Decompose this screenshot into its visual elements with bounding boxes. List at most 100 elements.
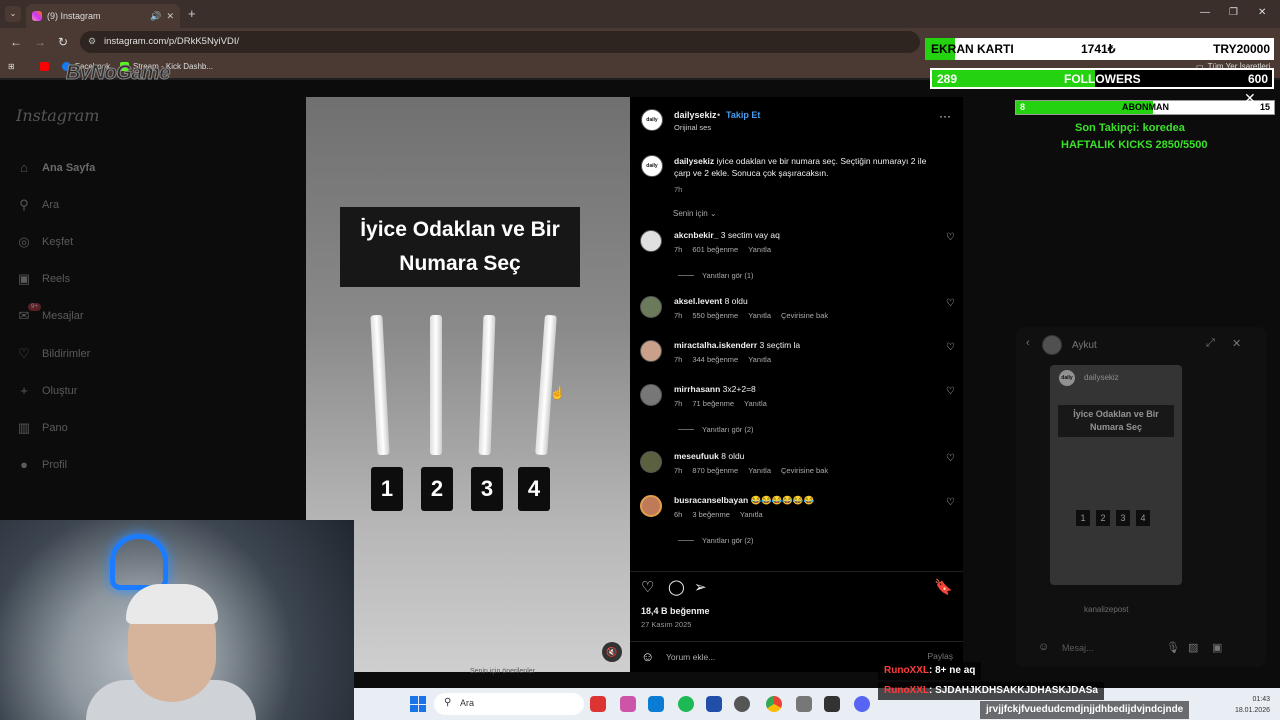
translate-button[interactable]: Çevirisine bak [781, 311, 828, 320]
edge-icon[interactable] [648, 696, 664, 712]
comment-input[interactable] [666, 648, 906, 666]
sidebar-item-notifications[interactable]: ♡ Bildirimler [16, 346, 90, 362]
speaker-icon[interactable]: 🔊 [150, 11, 161, 22]
view-replies-button[interactable]: Yanıtları gör (1) [678, 271, 754, 280]
dm-close-icon[interactable]: ✕ [1232, 337, 1241, 350]
follow-button[interactable]: Takip Et [726, 110, 760, 120]
sidebar-item-dashboard[interactable]: ▥ Pano [16, 420, 68, 436]
forward-icon[interactable]: → [34, 35, 46, 49]
view-replies-button[interactable]: Yanıtları gör (2) [678, 536, 754, 545]
comment-username[interactable]: akcnbekir_ [674, 230, 718, 240]
comment-like-heart-icon[interactable]: ♡ [946, 386, 955, 397]
dm-contact-name[interactable]: Aykut [1072, 340, 1097, 351]
comment-likes[interactable]: 870 beğenme [692, 466, 738, 475]
post-comment-button[interactable]: Paylaş [927, 651, 953, 661]
site-info-icon[interactable]: ⚙ [88, 36, 96, 47]
spotify-icon[interactable] [678, 696, 694, 712]
comment-sort-dropdown[interactable]: Senin için ⌄ [673, 209, 717, 218]
comment-likes[interactable]: 550 beğenme [692, 311, 738, 320]
like-count[interactable]: 18,4 B beğenme [641, 606, 710, 616]
apps-icon[interactable]: ⊞ [8, 62, 15, 71]
window-close-icon[interactable]: ✕ [1258, 7, 1266, 18]
comment-like-heart-icon[interactable]: ♡ [946, 298, 955, 309]
tab-close-icon[interactable]: ✕ [166, 11, 174, 22]
app-icon[interactable] [590, 696, 606, 712]
minimize-icon[interactable]: — [1200, 7, 1210, 18]
sidebar-item-explore[interactable]: ◎ Keşfet [16, 234, 73, 250]
bookmark-youtube[interactable] [40, 62, 49, 71]
sidebar-item-reels[interactable]: ▣ Reels [16, 271, 70, 287]
sidebar-item-create[interactable]: + Oluştur [16, 383, 77, 398]
maximize-icon[interactable]: ❐ [1229, 7, 1238, 18]
shared-post-card[interactable]: daily dailysekiz İyice Odaklan ve Bir Nu… [1050, 365, 1182, 585]
reply-button[interactable]: Yanıtla [744, 399, 767, 408]
comment-likes[interactable]: 601 beğenme [692, 245, 738, 254]
chrome-icon[interactable] [766, 696, 782, 712]
app-icon[interactable] [824, 696, 840, 712]
author-username[interactable]: dailysekiz [674, 110, 717, 120]
comment-username[interactable]: miractalha.iskenderr [674, 340, 757, 350]
sidebar-item-messages[interactable]: ✉ 9+ Mesajlar [16, 303, 84, 324]
microphone-icon[interactable]: 🎙 [1166, 641, 1180, 654]
app-icon[interactable] [796, 696, 812, 712]
back-chevron-icon[interactable]: ‹ [1026, 337, 1030, 349]
discord-icon[interactable] [854, 696, 870, 712]
reply-button[interactable]: Yanıtla [748, 355, 771, 364]
commenter-avatar[interactable] [640, 340, 662, 362]
commenter-avatar[interactable] [640, 296, 662, 318]
comment-username[interactable]: meseufuuk [674, 451, 719, 461]
comment-likes[interactable]: 71 beğenme [692, 399, 734, 408]
commenter-avatar[interactable] [640, 451, 662, 473]
modal-close-icon[interactable]: ✕ [1244, 90, 1256, 107]
translate-button[interactable]: Çevirisine bak [781, 466, 828, 475]
commenter-avatar[interactable] [640, 384, 662, 406]
caption-username[interactable]: dailysekiz [674, 156, 714, 166]
comment-likes[interactable]: 344 beğenme [692, 355, 738, 364]
reply-button[interactable]: Yanıtla [748, 466, 771, 475]
commenter-avatar[interactable] [640, 230, 662, 252]
windows-start-icon[interactable] [410, 696, 426, 712]
share-send-icon[interactable]: ➢ [694, 578, 707, 596]
sidebar-item-search[interactable]: ⚲ Ara [16, 197, 59, 213]
taskbar-search[interactable]: ⚲ Ara [434, 693, 584, 715]
emoji-icon[interactable]: ☺ [641, 649, 654, 664]
taskbar-clock[interactable]: 01:43 18.01.2026 [1235, 694, 1270, 716]
mute-icon[interactable]: 🔇 [602, 642, 622, 662]
copilot-icon[interactable] [620, 696, 636, 712]
reload-icon[interactable]: ↻ [58, 35, 68, 49]
image-icon[interactable]: ▨ [1188, 641, 1198, 654]
view-replies-button[interactable]: Yanıtları gör (2) [678, 425, 754, 434]
back-icon[interactable]: ← [10, 35, 22, 49]
more-options-icon[interactable]: ··· [939, 109, 951, 123]
comment-username[interactable]: mirrhasann [674, 384, 720, 394]
app-icon[interactable] [734, 696, 750, 712]
comment-like-heart-icon[interactable]: ♡ [946, 232, 955, 243]
comment-username[interactable]: busracanselbayan [674, 495, 748, 505]
store-icon[interactable] [706, 696, 722, 712]
sidebar-item-profile[interactable]: ● Profil [16, 457, 67, 472]
reply-button[interactable]: Yanıtla [748, 311, 771, 320]
comment-username[interactable]: aksel.levent [674, 296, 722, 306]
emoji-icon[interactable]: ☺ [1038, 641, 1049, 653]
commenter-avatar[interactable] [640, 495, 662, 517]
sidebar-item-home[interactable]: ⌂ Ana Sayfa [16, 160, 95, 175]
sticker-icon[interactable]: ▣ [1212, 641, 1222, 654]
new-tab-icon[interactable]: + [188, 6, 196, 21]
author-avatar[interactable]: daily [641, 109, 663, 131]
caption-avatar[interactable]: daily [641, 155, 663, 177]
like-heart-icon[interactable]: ♡ [641, 578, 654, 596]
dm-message-input[interactable]: Mesaj... [1062, 643, 1094, 653]
instagram-logo[interactable]: Instagram [16, 106, 99, 125]
expand-icon[interactable]: ⤢ [1206, 337, 1215, 350]
url-field[interactable]: ⚙ instagram.com/p/DRkK5NyiVDI/ [80, 31, 920, 53]
reply-button[interactable]: Yanıtla [748, 245, 771, 254]
comment-like-heart-icon[interactable]: ♡ [946, 342, 955, 353]
post-video[interactable]: İyice Odaklan ve Bir Numara Seç 1 2 3 4 … [306, 97, 630, 672]
comment-likes[interactable]: 3 beğenme [692, 510, 730, 519]
audio-label[interactable]: Orijinal ses [674, 123, 711, 132]
tab-search-button[interactable]: ⌄ [5, 6, 21, 22]
comment-bubble-icon[interactable]: ◯ [668, 578, 685, 596]
browser-tab-instagram[interactable]: (9) Instagram 🔊 ✕ [26, 4, 180, 28]
reply-button[interactable]: Yanıtla [740, 510, 763, 519]
bookmark-icon[interactable]: 🔖 [934, 578, 953, 596]
